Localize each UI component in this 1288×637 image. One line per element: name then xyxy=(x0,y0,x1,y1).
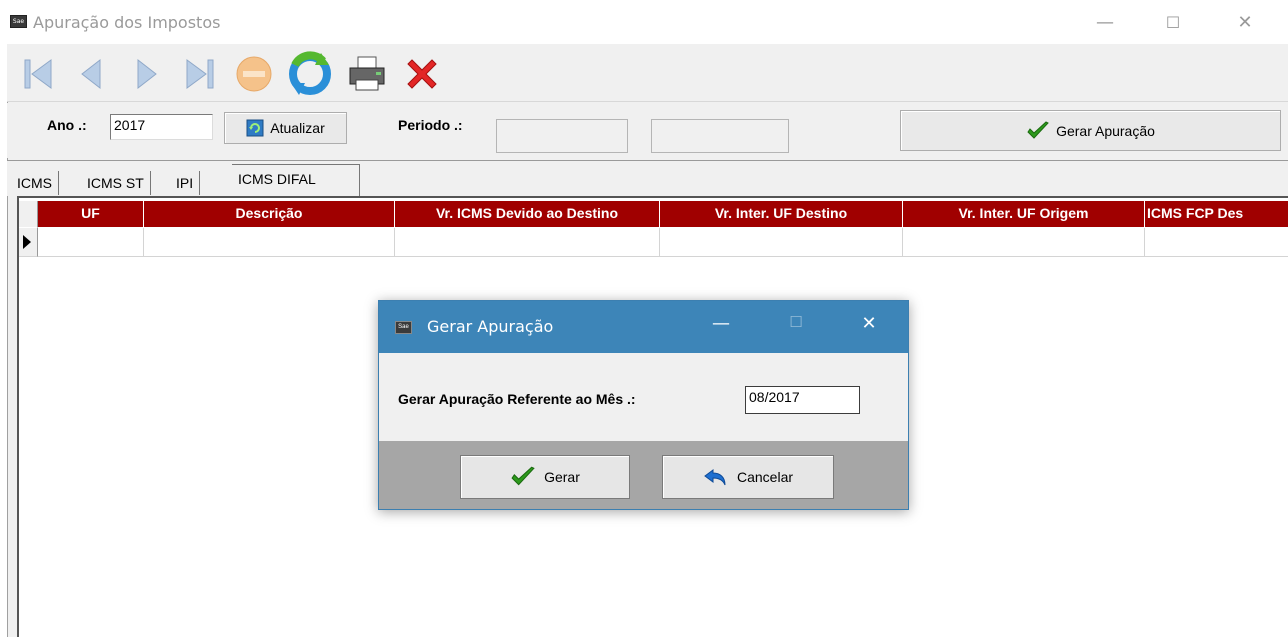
refresh-icon xyxy=(289,51,331,95)
title-bar: Sae Apuração dos Impostos — ☐ ✕ xyxy=(0,0,1288,44)
minimize-button[interactable]: — xyxy=(1082,8,1128,38)
gerar-apuracao-label: Gerar Apuração xyxy=(1056,122,1155,139)
tab-icms-difal[interactable]: ICMS DIFAL xyxy=(232,164,360,196)
close-button[interactable] xyxy=(395,49,449,99)
cell-inter-uf-origem[interactable] xyxy=(903,228,1145,257)
tab-icms-st[interactable]: ICMS ST xyxy=(81,171,151,195)
close-icon xyxy=(407,59,437,89)
toolbar xyxy=(7,44,1288,102)
tab-strip: ICMS ICMS ST IPI ICMS DIFAL xyxy=(7,160,1288,196)
atualizar-button[interactable]: Atualizar xyxy=(224,112,347,144)
window-title: Apuração dos Impostos xyxy=(33,13,221,32)
dialog-minimize-button[interactable]: — xyxy=(701,313,741,334)
print-button[interactable] xyxy=(341,49,395,99)
grid-header: UF Descrição Vr. ICMS Devido ao Destino … xyxy=(19,201,1288,228)
cell-icms-devido[interactable] xyxy=(395,228,660,257)
refresh-button[interactable] xyxy=(283,49,337,99)
last-record-button[interactable] xyxy=(173,49,227,99)
gerar-button[interactable]: Gerar xyxy=(460,455,630,499)
print-icon xyxy=(349,56,385,91)
dialog-close-button[interactable]: ✕ xyxy=(849,313,889,334)
next-record-button[interactable] xyxy=(119,49,173,99)
cell-uf[interactable] xyxy=(38,228,144,257)
gerar-apuracao-button[interactable]: Gerar Apuração xyxy=(900,110,1281,151)
first-icon xyxy=(24,59,52,89)
cancel-edit-button[interactable] xyxy=(227,49,281,99)
cell-descricao[interactable] xyxy=(144,228,395,257)
ano-input[interactable]: 2017 xyxy=(110,114,213,140)
column-header-inter-uf-origem[interactable]: Vr. Inter. UF Origem xyxy=(903,201,1145,228)
periodo-end-field xyxy=(651,119,789,153)
dialog-title-bar: Sae Gerar Apuração — ☐ ✕ xyxy=(379,301,908,353)
first-record-button[interactable] xyxy=(11,49,65,99)
ano-label: Ano .: xyxy=(47,117,87,133)
table-row[interactable] xyxy=(19,228,1288,257)
column-header-uf[interactable]: UF xyxy=(38,201,144,228)
column-header-descricao[interactable]: Descrição xyxy=(144,201,395,228)
dialog-title: Gerar Apuração xyxy=(427,317,554,336)
close-window-button[interactable]: ✕ xyxy=(1222,8,1268,38)
dialog-body: Gerar Apuração Referente ao Mês .: 08/20… xyxy=(379,353,908,441)
row-indicator xyxy=(19,228,38,257)
cancelar-button[interactable]: Cancelar xyxy=(662,455,834,499)
gerar-label: Gerar xyxy=(544,469,580,485)
previous-icon xyxy=(81,58,101,90)
tab-icms[interactable]: ICMS xyxy=(11,171,59,195)
row-indicator-header xyxy=(19,201,38,228)
periodo-label: Periodo .: xyxy=(398,117,463,133)
month-input[interactable]: 08/2017 xyxy=(745,386,860,414)
cell-icms-fcp[interactable] xyxy=(1145,228,1288,257)
column-header-icms-devido[interactable]: Vr. ICMS Devido ao Destino xyxy=(395,201,660,228)
maximize-button[interactable]: ☐ xyxy=(1150,8,1196,38)
filter-bar: Ano .: 2017 Atualizar Periodo .: Gerar A… xyxy=(7,103,1288,158)
next-icon xyxy=(137,58,157,90)
current-row-icon xyxy=(23,235,31,249)
undo-icon xyxy=(704,469,726,486)
last-icon xyxy=(186,59,214,89)
column-header-inter-uf-destino[interactable]: Vr. Inter. UF Destino xyxy=(660,201,903,228)
dialog-app-icon: Sae xyxy=(395,321,412,334)
checkmark-icon xyxy=(1027,120,1049,139)
checkmark-icon xyxy=(511,466,535,486)
cancelar-label: Cancelar xyxy=(736,469,794,485)
dialog-footer: Gerar Cancelar xyxy=(379,441,908,509)
app-icon: Sae xyxy=(10,15,27,28)
refresh-small-icon xyxy=(246,119,264,137)
atualizar-label: Atualizar xyxy=(270,120,325,136)
gerar-apuracao-dialog: Sae Gerar Apuração — ☐ ✕ Gerar Apuração … xyxy=(378,300,909,510)
periodo-start-field xyxy=(496,119,628,153)
dialog-maximize-button: ☐ xyxy=(789,313,803,331)
tab-ipi[interactable]: IPI xyxy=(170,171,201,195)
cell-inter-uf-destino[interactable] xyxy=(660,228,903,257)
previous-record-button[interactable] xyxy=(65,49,119,99)
column-header-icms-fcp[interactable]: ICMS FCP Des xyxy=(1145,201,1288,228)
month-prompt-label: Gerar Apuração Referente ao Mês .: xyxy=(398,391,636,407)
cancel-edit-icon xyxy=(236,56,272,92)
